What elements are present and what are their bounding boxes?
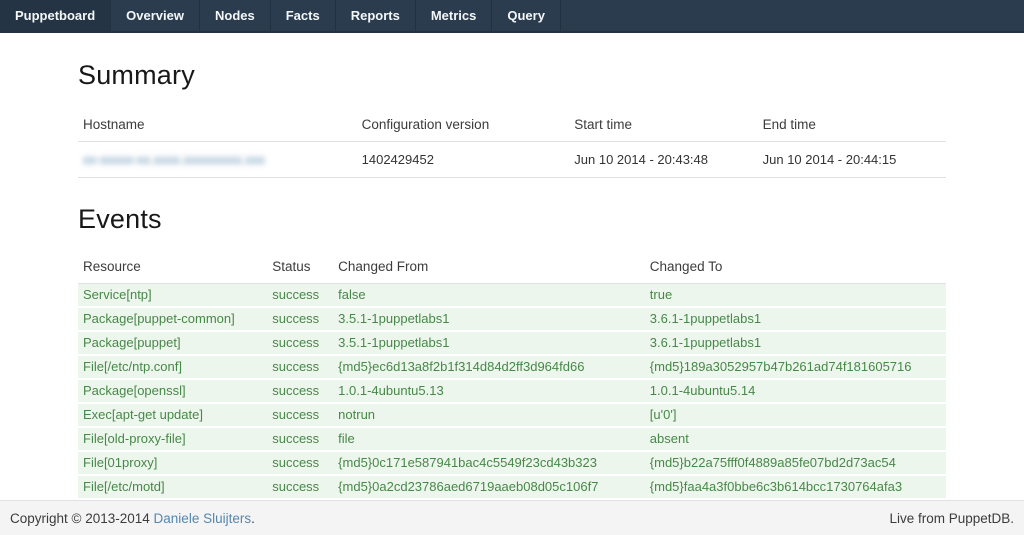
event-status: success <box>267 284 333 308</box>
event-changed-to: 3.6.1-1puppetlabs1 <box>645 331 946 355</box>
copyright-prefix: Copyright © 2013-2014 <box>10 511 154 526</box>
main-content: Summary Hostname Configuration version S… <box>78 33 946 500</box>
summary-table: Hostname Configuration version Start tim… <box>78 111 946 178</box>
event-changed-to: 1.0.1-4ubuntu5.14 <box>645 379 946 403</box>
copyright-text: Copyright © 2013-2014 Daniele Sluijters. <box>10 511 255 526</box>
summary-heading: Summary <box>78 60 946 91</box>
event-resource: File[/etc/motd] <box>78 475 267 499</box>
copyright-suffix: . <box>251 511 255 526</box>
summary-config-version-value: 1402429452 <box>357 142 570 178</box>
event-changed-from: 3.5.1-1puppetlabs1 <box>333 331 645 355</box>
summary-row: xx-xxxxx-xx.xxxx.xxxxxxxxx.xxx 140242945… <box>78 142 946 178</box>
event-status: success <box>267 451 333 475</box>
nav-item-nodes[interactable]: Nodes <box>200 0 271 31</box>
event-resource: File[old-proxy-file] <box>78 427 267 451</box>
events-col-changed-from: Changed From <box>333 253 645 284</box>
events-heading: Events <box>78 204 946 235</box>
event-row: Service[ntp]successfalsetrue <box>78 284 946 308</box>
summary-col-end-time: End time <box>758 111 946 142</box>
events-col-status: Status <box>267 253 333 284</box>
nav-item-query[interactable]: Query <box>492 0 561 31</box>
summary-end-time-value: Jun 10 2014 - 20:44:15 <box>758 142 946 178</box>
event-row: Exec[apt-get update]successnotrun[u'0'] <box>78 403 946 427</box>
summary-col-hostname: Hostname <box>78 111 357 142</box>
event-resource: Exec[apt-get update] <box>78 403 267 427</box>
events-col-changed-to: Changed To <box>645 253 946 284</box>
event-changed-from: file <box>333 427 645 451</box>
page-footer: Copyright © 2013-2014 Daniele Sluijters.… <box>0 500 1024 535</box>
event-status: success <box>267 379 333 403</box>
event-resource: File[/etc/ntp.conf] <box>78 355 267 379</box>
events-table: Resource Status Changed From Changed To … <box>78 253 946 500</box>
summary-hostname-cell: xx-xxxxx-xx.xxxx.xxxxxxxxx.xxx <box>78 142 357 178</box>
events-col-resource: Resource <box>78 253 267 284</box>
event-changed-from: 1.0.1-4ubuntu5.13 <box>333 379 645 403</box>
event-changed-to: {md5}faa4a3f0bbe6c3b614bcc1730764afa3 <box>645 475 946 499</box>
summary-header-row: Hostname Configuration version Start tim… <box>78 111 946 142</box>
nav-item-facts[interactable]: Facts <box>271 0 336 31</box>
event-row: File[/etc/ntp.conf]success{md5}ec6d13a8f… <box>78 355 946 379</box>
event-row: File[/etc/motd]success{md5}0a2cd23786aed… <box>78 475 946 499</box>
event-status: success <box>267 307 333 331</box>
events-table-body: Service[ntp]successfalsetruePackage[pupp… <box>78 284 946 500</box>
event-changed-from: {md5}0c171e587941bac4c5549f23cd43b323 <box>333 451 645 475</box>
hostname-link-redacted[interactable]: xx-xxxxx-xx.xxxx.xxxxxxxxx.xxx <box>83 152 265 167</box>
summary-col-config-version: Configuration version <box>357 111 570 142</box>
event-changed-to: [u'0'] <box>645 403 946 427</box>
event-row: Package[openssl]success1.0.1-4ubuntu5.13… <box>78 379 946 403</box>
events-header-row: Resource Status Changed From Changed To <box>78 253 946 284</box>
event-resource: File[01proxy] <box>78 451 267 475</box>
event-changed-from: false <box>333 284 645 308</box>
event-changed-to: true <box>645 284 946 308</box>
nav-item-overview[interactable]: Overview <box>111 0 200 31</box>
event-row: File[old-proxy-file]successfileabsent <box>78 427 946 451</box>
event-changed-from: 3.5.1-1puppetlabs1 <box>333 307 645 331</box>
event-row: File[01proxy]success{md5}0c171e587941bac… <box>78 451 946 475</box>
event-status: success <box>267 403 333 427</box>
event-resource: Service[ntp] <box>78 284 267 308</box>
summary-start-time-value: Jun 10 2014 - 20:43:48 <box>569 142 757 178</box>
event-row: Package[puppet-common]success3.5.1-1pupp… <box>78 307 946 331</box>
summary-col-start-time: Start time <box>569 111 757 142</box>
event-status: success <box>267 355 333 379</box>
author-link[interactable]: Daniele Sluijters <box>154 511 252 526</box>
top-navbar: Puppetboard Overview Nodes Facts Reports… <box>0 0 1024 33</box>
event-changed-from: {md5}0a2cd23786aed6719aaeb08d05c106f7 <box>333 475 645 499</box>
event-changed-to: {md5}189a3052957b47b261ad74f181605716 <box>645 355 946 379</box>
event-changed-from: notrun <box>333 403 645 427</box>
event-resource: Package[openssl] <box>78 379 267 403</box>
event-status: success <box>267 475 333 499</box>
live-status-text: Live from PuppetDB. <box>889 511 1014 526</box>
event-changed-from: {md5}ec6d13a8f2b1f314d84d2ff3d964fd66 <box>333 355 645 379</box>
event-status: success <box>267 331 333 355</box>
event-changed-to: {md5}b22a75fff0f4889a85fe07bd2d73ac54 <box>645 451 946 475</box>
event-row: Package[puppet]success3.5.1-1puppetlabs1… <box>78 331 946 355</box>
event-resource: Package[puppet-common] <box>78 307 267 331</box>
event-status: success <box>267 427 333 451</box>
nav-item-reports[interactable]: Reports <box>336 0 416 31</box>
event-changed-to: 3.6.1-1puppetlabs1 <box>645 307 946 331</box>
event-changed-to: absent <box>645 427 946 451</box>
nav-item-metrics[interactable]: Metrics <box>416 0 493 31</box>
navbar-brand[interactable]: Puppetboard <box>0 0 111 31</box>
event-resource: Package[puppet] <box>78 331 267 355</box>
